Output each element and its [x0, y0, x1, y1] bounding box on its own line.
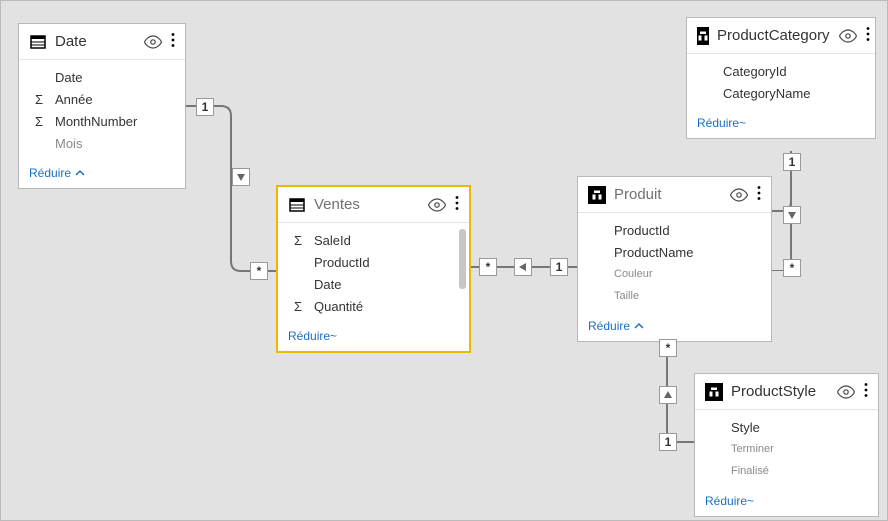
- field-row[interactable]: ProductId: [578, 219, 771, 241]
- filter-direction-icon: [232, 168, 250, 186]
- more-options-icon[interactable]: [757, 185, 761, 204]
- card-header: ProductStyle: [695, 374, 878, 410]
- sigma-icon: Σ: [290, 299, 306, 314]
- table-card-productstyle[interactable]: ProductStyle Style Terminer Finalisé Réd…: [694, 373, 879, 517]
- field-row[interactable]: Couleur: [578, 263, 771, 285]
- field-row[interactable]: Terminer: [695, 438, 878, 460]
- cardinality-many: *: [659, 339, 677, 357]
- collapse-button[interactable]: Réduire~: [278, 323, 469, 351]
- more-options-icon[interactable]: [171, 32, 175, 51]
- card-header: ProductCategory: [687, 18, 875, 54]
- field-row[interactable]: Finalisé: [695, 460, 878, 482]
- chevron-up-icon: [75, 168, 85, 178]
- field-list: CategoryId CategoryName: [687, 54, 875, 110]
- table-card-ventes[interactable]: Ventes ΣSaleId ProductId Date ΣQuantité …: [276, 185, 471, 353]
- visibility-icon[interactable]: [729, 188, 749, 202]
- visibility-icon[interactable]: [838, 29, 858, 43]
- card-header: Date: [19, 24, 185, 60]
- relationship-category-produit[interactable]: [771, 151, 831, 271]
- card-header: Produit: [578, 177, 771, 213]
- field-row[interactable]: Taille: [578, 285, 771, 307]
- visibility-icon[interactable]: [427, 198, 447, 212]
- sigma-icon: Σ: [31, 114, 47, 129]
- more-options-icon[interactable]: [866, 26, 870, 45]
- chevron-up-icon: [634, 321, 644, 331]
- filter-direction-icon: [659, 386, 677, 404]
- table-title: Date: [55, 33, 135, 50]
- collapse-button[interactable]: Réduire~: [695, 488, 878, 516]
- field-row[interactable]: ΣSaleId: [278, 229, 469, 251]
- cardinality-many: *: [479, 258, 497, 276]
- field-row[interactable]: CategoryName: [687, 82, 875, 104]
- cardinality-many: *: [783, 259, 801, 277]
- sigma-icon: Σ: [31, 92, 47, 107]
- field-row[interactable]: Date: [19, 66, 185, 88]
- field-row[interactable]: ΣAnnée: [19, 88, 185, 110]
- table-card-date[interactable]: Date Date ΣAnnée ΣMonthNumber Mois Rédui…: [18, 23, 186, 189]
- cardinality-many: *: [250, 262, 268, 280]
- table-title: ProductStyle: [731, 383, 828, 400]
- relationship-date-ventes[interactable]: [186, 91, 278, 281]
- cardinality-one: 1: [783, 153, 801, 171]
- field-row[interactable]: ProductName: [578, 241, 771, 263]
- field-list: ΣSaleId ProductId Date ΣQuantité: [278, 223, 469, 323]
- table-dim-icon: [705, 383, 723, 401]
- field-row[interactable]: ΣQuantité: [278, 295, 469, 317]
- table-icon: [288, 196, 306, 214]
- field-list: ProductId ProductName Couleur Taille: [578, 213, 771, 313]
- sigma-icon: Σ: [290, 233, 306, 248]
- field-row[interactable]: Style: [695, 416, 878, 438]
- field-row[interactable]: ΣMonthNumber: [19, 110, 185, 132]
- more-options-icon[interactable]: [455, 195, 459, 214]
- filter-direction-icon: [783, 206, 801, 224]
- table-card-produit[interactable]: Produit ProductId ProductName Couleur Ta…: [577, 176, 772, 342]
- table-card-productcategory[interactable]: ProductCategory CategoryId CategoryName …: [686, 17, 876, 139]
- field-list: Style Terminer Finalisé: [695, 410, 878, 488]
- table-dim-icon: [697, 27, 709, 45]
- filter-direction-icon: [514, 258, 532, 276]
- field-list: Date ΣAnnée ΣMonthNumber Mois: [19, 60, 185, 160]
- field-row[interactable]: Date: [278, 273, 469, 295]
- collapse-button[interactable]: Réduire: [19, 160, 185, 188]
- table-dim-icon: [588, 186, 606, 204]
- cardinality-one: 1: [550, 258, 568, 276]
- collapse-button[interactable]: Réduire~: [687, 110, 875, 138]
- field-row[interactable]: Mois: [19, 132, 185, 154]
- table-title: ProductCategory: [717, 27, 830, 44]
- table-title: Produit: [614, 186, 721, 203]
- scrollbar-thumb[interactable]: [459, 229, 466, 289]
- visibility-icon[interactable]: [836, 385, 856, 399]
- field-row[interactable]: CategoryId: [687, 60, 875, 82]
- collapse-button[interactable]: Réduire: [578, 313, 771, 341]
- table-icon: [29, 33, 47, 51]
- cardinality-one: 1: [659, 433, 677, 451]
- visibility-icon[interactable]: [143, 35, 163, 49]
- table-title: Ventes: [314, 196, 419, 213]
- cardinality-one: 1: [196, 98, 214, 116]
- field-row[interactable]: ProductId: [278, 251, 469, 273]
- card-header: Ventes: [278, 187, 469, 223]
- more-options-icon[interactable]: [864, 382, 868, 401]
